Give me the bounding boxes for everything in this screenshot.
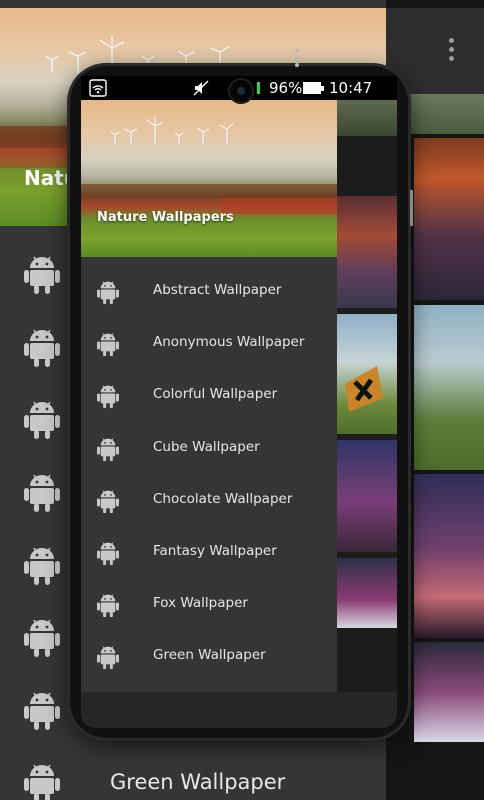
menu-item-label: Anonymous Wallpaper [153, 334, 305, 351]
scrollbar-thumb[interactable] [410, 190, 413, 226]
android-icon [24, 545, 60, 585]
wind-turbines-illustration [81, 117, 337, 214]
android-icon [24, 690, 60, 730]
drawer-menu: Abstract Wallpaper Anonymous Wallpaper C… [81, 266, 337, 684]
android-icon [24, 254, 60, 294]
front-camera [228, 78, 254, 104]
android-icon [97, 540, 119, 566]
wallpaper-thumbnail[interactable] [337, 440, 397, 552]
menu-item-label: Cube Wallpaper [153, 438, 260, 455]
menu-item-abstract[interactable]: Abstract Wallpaper [81, 266, 337, 318]
battery-icon [303, 82, 324, 94]
screen-root: Natu Green Wallpaper 96% 10:47 Nature Wa… [0, 0, 484, 800]
menu-item-chocolate[interactable]: Chocolate Wallpaper [81, 475, 337, 527]
menu-item-anonymous[interactable]: Anonymous Wallpaper [81, 318, 337, 370]
android-icon [97, 592, 119, 618]
android-icon [97, 436, 119, 462]
android-icon [97, 331, 119, 357]
menu-item-label: Abstract Wallpaper [153, 282, 282, 298]
battery-level-bar [257, 82, 260, 94]
drawer-header-title: Nature Wallpapers [97, 210, 234, 225]
menu-item-label: Green Wallpaper [153, 647, 266, 664]
wallpaper-thumbnail[interactable] [337, 196, 397, 308]
mute-icon [193, 80, 209, 96]
background-wallpaper-tile [414, 474, 484, 638]
android-icon [24, 472, 60, 512]
menu-item-colorful[interactable]: Colorful Wallpaper [81, 370, 337, 422]
wallpaper-thumbnail[interactable] [337, 314, 397, 434]
wallpaper-thumbnail[interactable] [337, 100, 397, 136]
android-icon [24, 617, 60, 657]
phone-screen: 96% 10:47 PM [81, 76, 397, 692]
android-icon [97, 644, 119, 670]
navigation-drawer: Nature Wallpapers Abstract Wallpaper Ano… [81, 100, 337, 692]
wallpaper-thumbnail[interactable] [337, 558, 397, 628]
menu-item-cube[interactable]: Cube Wallpaper [81, 423, 337, 475]
drawer-header: Nature Wallpapers [81, 100, 337, 257]
background-wallpaper-tile [410, 94, 484, 134]
menu-item-green[interactable]: Green Wallpaper [81, 631, 337, 683]
background-more-vert-icon[interactable] [440, 34, 462, 66]
menu-item-label: Fantasy Wallpaper [153, 542, 277, 559]
background-wallpaper-tile [414, 305, 484, 470]
menu-item-fantasy[interactable]: Fantasy Wallpaper [81, 527, 337, 579]
android-icon [24, 327, 60, 367]
phone-bezel-bottom [81, 692, 397, 728]
android-icon [24, 399, 60, 439]
android-icon [97, 279, 119, 305]
menu-item-label: Chocolate Wallpaper [153, 490, 293, 507]
background-wallpaper-tile [414, 138, 484, 300]
menu-item-label: Colorful Wallpaper [153, 386, 278, 403]
android-icon [97, 488, 119, 514]
menu-item-label: Fox Wallpaper [153, 595, 248, 612]
battery-percent: 96% [269, 79, 303, 97]
android-icon [24, 762, 60, 800]
android-icon [97, 383, 119, 409]
background-wallpaper-tile [414, 642, 484, 742]
menu-item-fox[interactable]: Fox Wallpaper [81, 579, 337, 631]
background-menu-label: Green Wallpaper [110, 770, 286, 794]
wallpaper-grid [337, 100, 397, 692]
wifi-icon [89, 79, 107, 97]
warning-sign-illustration [345, 366, 383, 412]
more-vert-icon[interactable] [291, 47, 303, 69]
